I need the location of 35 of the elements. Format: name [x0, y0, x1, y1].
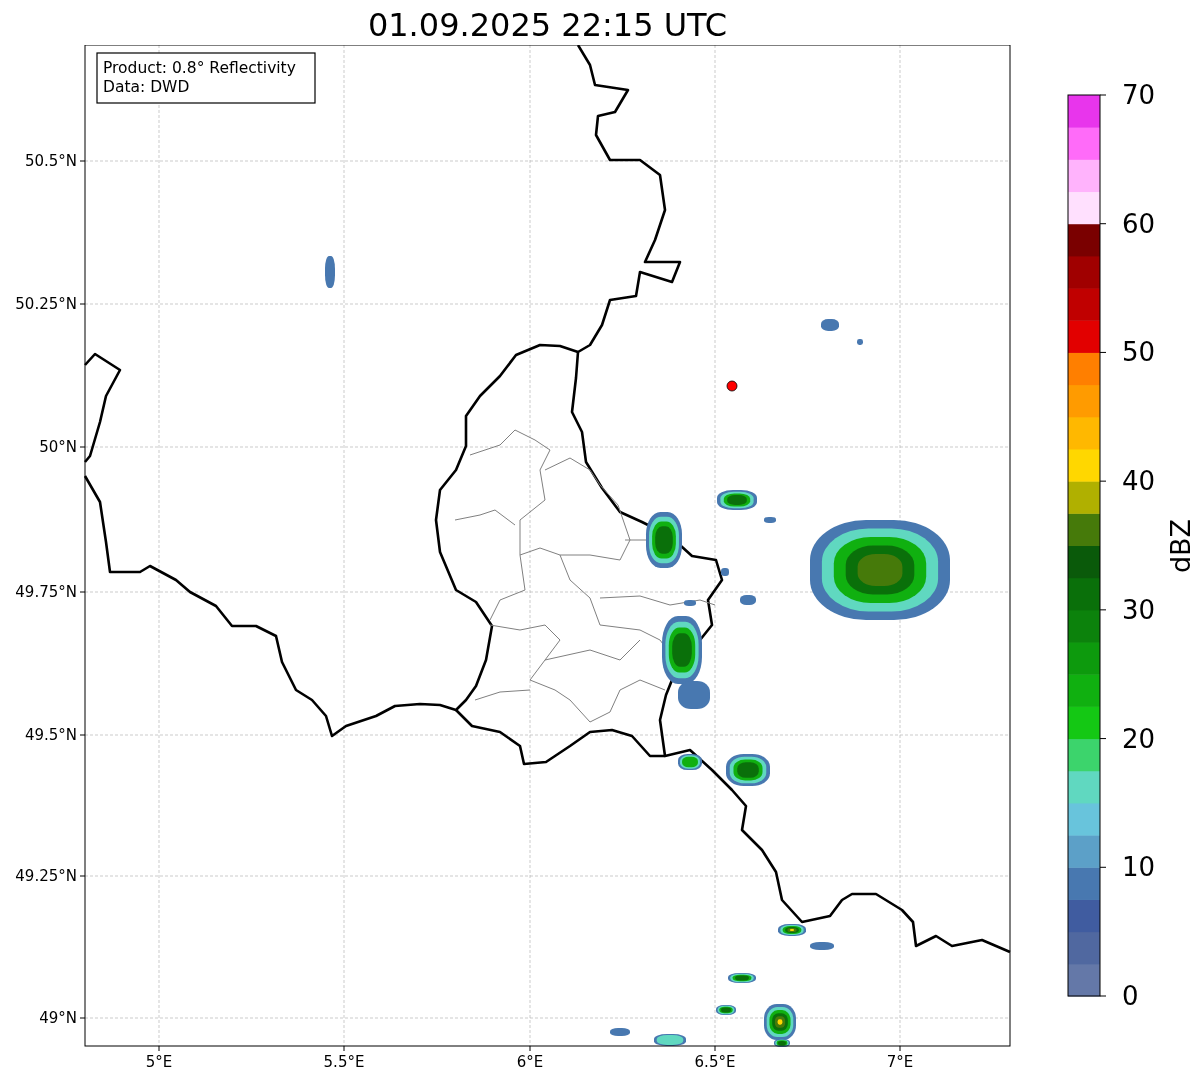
longitude-label: 6.5°E [694, 1053, 736, 1071]
longitude-label: 7°E [886, 1053, 914, 1071]
longitude-label: 5°E [145, 1053, 173, 1071]
info-text: Product: 0.8° Reflectivity [103, 59, 296, 77]
longitude-label: 5.5°E [323, 1053, 365, 1071]
colorbar-tick-label: 70 [1122, 80, 1156, 110]
radar-echo [810, 942, 834, 950]
radar-echo [721, 568, 729, 576]
radar-echo [857, 339, 863, 345]
colorbar-tick-label: 30 [1122, 594, 1156, 625]
colorbar-label: dBZ [1165, 518, 1196, 574]
radar-echo [716, 1005, 736, 1015]
latitude-label: 49°N [39, 1009, 77, 1027]
latitude-label: 49.75°N [15, 583, 77, 601]
colorbar-tick-label: 40 [1122, 466, 1156, 497]
latitude-label: 50.25°N [15, 295, 77, 313]
colorbar-tick-label: 10 [1122, 852, 1156, 883]
colorbar-tick-label: 60 [1122, 208, 1156, 239]
colorbar-tick-label: 20 [1122, 723, 1156, 754]
radar-echo [684, 600, 696, 606]
latitude-label: 50°N [39, 438, 77, 456]
plot-title: 01.09.2025 22:15 UTC [366, 5, 729, 45]
longitude-label: 6°E [516, 1053, 544, 1071]
radar-echo [325, 256, 335, 288]
info-text: Data: DWD [103, 78, 190, 96]
latitude-label: 49.5°N [24, 726, 77, 744]
radar-site-marker [726, 380, 738, 392]
latitude-label: 49.25°N [15, 867, 77, 885]
radar-echo [610, 1028, 630, 1036]
radar-echo [740, 595, 756, 605]
colorbar-tick-label: 0 [1122, 981, 1139, 1011]
colorbar-tick-label: 50 [1122, 337, 1156, 368]
latitude-label: 50.5°N [24, 152, 77, 170]
radar-echo [728, 973, 756, 983]
radar-echo [764, 517, 776, 523]
